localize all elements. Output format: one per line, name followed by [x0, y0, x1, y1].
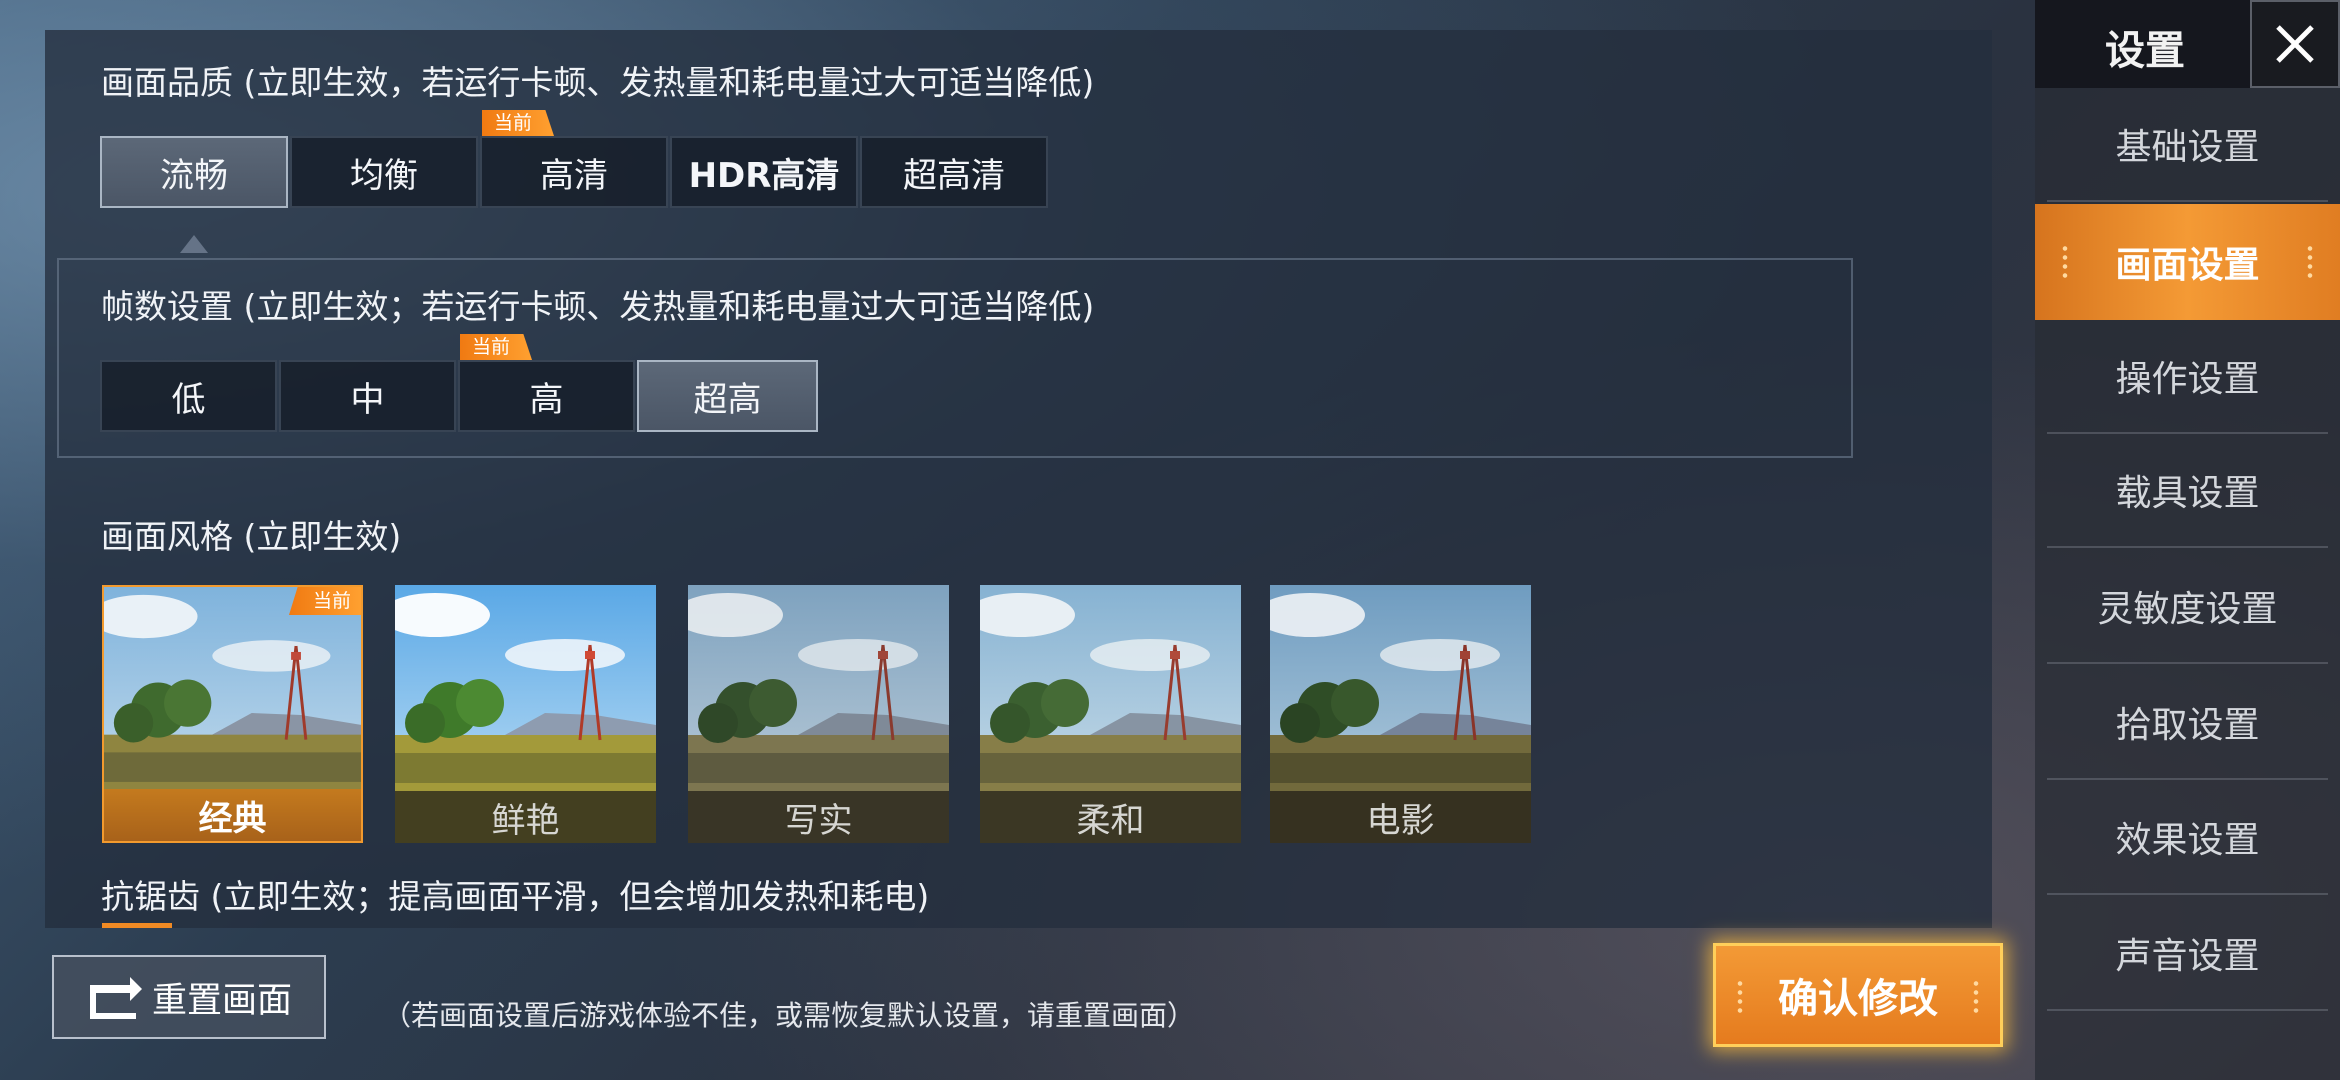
fps-option-high[interactable]: 当前 高 — [458, 334, 635, 432]
sidebar-title: 设置 — [2105, 28, 2185, 74]
quality-option-label: HDR高清 — [688, 155, 840, 196]
style-label: 写实 — [688, 791, 949, 843]
grip-dots-icon — [1736, 979, 1744, 1015]
quality-option-hdr[interactable]: HDR高清 — [670, 136, 858, 208]
style-title: 画面风格 (立即生效) — [101, 517, 402, 556]
style-card-vivid[interactable]: 鲜艳 — [395, 585, 656, 843]
current-badge: 当前 — [460, 334, 533, 360]
sidebar-item-basic[interactable]: 基础设置 — [2047, 88, 2328, 202]
style-card-cinematic[interactable]: 电影 — [1270, 585, 1531, 843]
sidebar-item-sensitivity[interactable]: 灵敏度设置 — [2047, 550, 2328, 664]
quality-option-label: 超高清 — [903, 155, 1005, 196]
antialias-title: 抗锯齿 (立即生效；提高画面平滑，但会增加发热和耗电) — [101, 877, 930, 916]
current-badge: 当前 — [288, 587, 361, 615]
reset-button-label: 重置画面 — [151, 980, 292, 1021]
settings-sidebar: 设置 基础设置 画面设置 操作设置 载具设置 灵敏度设置 拾取设置 效果设置 声… — [2035, 0, 2340, 1080]
sidebar-item-effects[interactable]: 效果设置 — [2047, 781, 2328, 895]
sidebar-header: 设置 — [2035, 0, 2340, 88]
sidebar-item-label: 画面设置 — [2115, 245, 2260, 286]
sidebar-item-sound[interactable]: 声音设置 — [2047, 897, 2328, 1011]
current-badge: 当前 — [482, 110, 555, 136]
sidebar-item-vehicle[interactable]: 载具设置 — [2047, 434, 2328, 548]
selection-pointer — [180, 235, 208, 253]
quality-option-label: 均衡 — [350, 155, 418, 196]
fps-option-medium[interactable]: 中 — [279, 360, 456, 432]
quality-option-label: 流畅 — [160, 155, 228, 196]
graphics-settings-panel: 画面品质 (立即生效，若运行卡顿、发热量和耗电量过大可适当降低) 流畅 均衡 当… — [45, 30, 1992, 928]
sidebar-item-label: 拾取设置 — [2115, 705, 2260, 746]
sidebar-item-label: 操作设置 — [2115, 359, 2260, 400]
reset-hint-text: （若画面设置后游戏体验不佳，或需恢复默认设置，请重置画面） — [383, 999, 1196, 1032]
style-label: 柔和 — [980, 791, 1241, 843]
fps-option-label: 超高 — [693, 379, 762, 420]
reset-arrow-icon — [89, 977, 142, 1019]
grip-dots-icon — [2061, 244, 2069, 280]
grip-dots-icon — [1972, 979, 1980, 1015]
style-card-realistic[interactable]: 写实 — [688, 585, 949, 843]
fps-option-ultra[interactable]: 超高 — [637, 360, 818, 432]
confirm-changes-button[interactable]: 确认修改 — [1713, 943, 2003, 1047]
quality-option-smooth[interactable]: 流畅 — [100, 136, 288, 208]
reset-graphics-button[interactable]: 重置画面 — [52, 955, 326, 1039]
sidebar-item-label: 效果设置 — [2115, 820, 2260, 861]
sidebar-item-label: 声音设置 — [2115, 936, 2260, 977]
close-icon — [2276, 25, 2314, 63]
quality-option-label: 高清 — [540, 155, 608, 196]
fps-option-label: 低 — [171, 379, 206, 420]
fps-option-label: 中 — [350, 379, 385, 420]
sidebar-item-label: 基础设置 — [2115, 127, 2260, 168]
fps-selector: 低 中 当前 高 超高 — [100, 334, 820, 432]
fps-option-label: 高 — [529, 379, 564, 420]
antialias-current-badge-peek — [102, 923, 172, 928]
graphics-quality-title: 画面品质 (立即生效，若运行卡顿、发热量和耗电量过大可适当降低) — [101, 63, 1095, 102]
fps-option-low[interactable]: 低 — [100, 360, 277, 432]
style-label: 电影 — [1270, 791, 1531, 843]
quality-option-hd[interactable]: 当前 高清 — [480, 110, 668, 208]
close-button[interactable] — [2250, 0, 2340, 88]
grip-dots-icon — [2306, 244, 2314, 280]
quality-option-ultra-hd[interactable]: 超高清 — [860, 136, 1048, 208]
style-card-soft[interactable]: 柔和 — [980, 585, 1241, 843]
sidebar-item-label: 灵敏度设置 — [2097, 589, 2278, 630]
style-card-classic[interactable]: 当前 经典 — [102, 585, 363, 843]
sidebar-item-controls[interactable]: 操作设置 — [2047, 320, 2328, 434]
fps-title: 帧数设置 (立即生效；若运行卡顿、发热量和耗电量过大可适当降低) — [101, 287, 1095, 326]
style-label: 经典 — [104, 789, 361, 841]
style-label: 鲜艳 — [395, 791, 656, 843]
graphics-quality-selector: 流畅 均衡 当前 高清 HDR高清 超高清 — [100, 110, 1050, 208]
quality-option-balanced[interactable]: 均衡 — [290, 136, 478, 208]
sidebar-item-pickup[interactable]: 拾取设置 — [2047, 666, 2328, 780]
confirm-button-label: 确认修改 — [1778, 976, 1938, 1022]
sidebar-item-label: 载具设置 — [2115, 473, 2260, 514]
sidebar-item-graphics[interactable]: 画面设置 — [2035, 204, 2340, 320]
